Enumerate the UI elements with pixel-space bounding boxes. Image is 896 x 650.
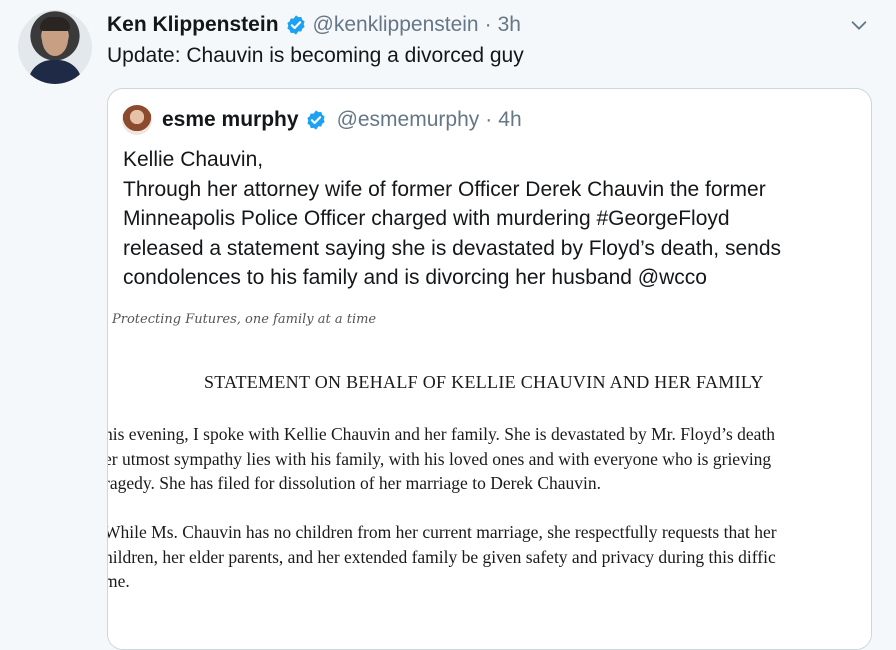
quoted-tweet-time[interactable]: 4h — [498, 108, 521, 132]
quoted-text-line: Kellie Chauvin, — [123, 148, 264, 171]
document-line: While Ms. Chauvin has no children from h… — [108, 522, 777, 542]
document-letterhead: Protecting Futures, one family at a time — [112, 312, 377, 327]
author-avatar[interactable] — [18, 10, 92, 84]
tweet-text: Update: Chauvin is becoming a divorced g… — [107, 44, 524, 67]
document-line: hildren, her elder parents, and her exte… — [108, 546, 776, 567]
tweet: Ken Klippenstein @kenklippenstein · 3h U… — [0, 0, 896, 650]
quoted-text-line: condolences to his family and is divorci… — [123, 266, 707, 289]
quoted-author-name[interactable]: esme murphy — [162, 108, 299, 132]
verified-badge-icon — [286, 15, 305, 35]
statement-image[interactable]: Protecting Futures, one family at a time… — [108, 310, 871, 649]
document-line: me. — [108, 571, 130, 591]
quoted-text-line: Through her attorney wife of former Offi… — [123, 177, 766, 201]
avatar-shirt — [28, 60, 82, 84]
document-line: his evening, I spoke with Kellie Chauvin… — [108, 424, 776, 444]
tweet-header: Ken Klippenstein @kenklippenstein · 3h — [107, 10, 521, 40]
document-paragraph: his evening, I spoke with Kellie Chauvin… — [108, 422, 775, 496]
quoted-tweet-header: esme murphy @esmemurphy · 4h — [122, 103, 522, 137]
quoted-author-avatar[interactable] — [122, 105, 152, 135]
meta-separator: · — [485, 108, 493, 131]
tweet-time[interactable]: 3h — [498, 13, 521, 37]
quoted-author-handle[interactable]: @esmemurphy — [337, 108, 480, 132]
author-handle[interactable]: @kenklippenstein — [313, 13, 479, 37]
avatar-hair — [40, 17, 70, 31]
chevron-down-icon[interactable] — [848, 14, 870, 36]
author-name[interactable]: Ken Klippenstein — [107, 13, 279, 37]
quoted-tweet-text: Kellie Chauvin, Through her attorney wif… — [123, 145, 863, 293]
quoted-text-line: Minneapolis Police Officer charged with … — [123, 207, 730, 230]
document-title: STATEMENT ON BEHALF OF KELLIE CHAUVIN AN… — [204, 372, 764, 392]
quoted-text-line: released a statement saying she is devas… — [123, 236, 782, 260]
quoted-tweet[interactable]: esme murphy @esmemurphy · 4h Kellie Chau… — [107, 88, 872, 650]
verified-badge-icon — [306, 110, 325, 130]
document-line: ragedy. She has filed for dissolution of… — [108, 473, 601, 493]
document-paragraph: While Ms. Chauvin has no children from h… — [108, 520, 777, 594]
document-line: er utmost sympathy lies with his family,… — [108, 448, 772, 469]
meta-separator: · — [484, 13, 492, 36]
